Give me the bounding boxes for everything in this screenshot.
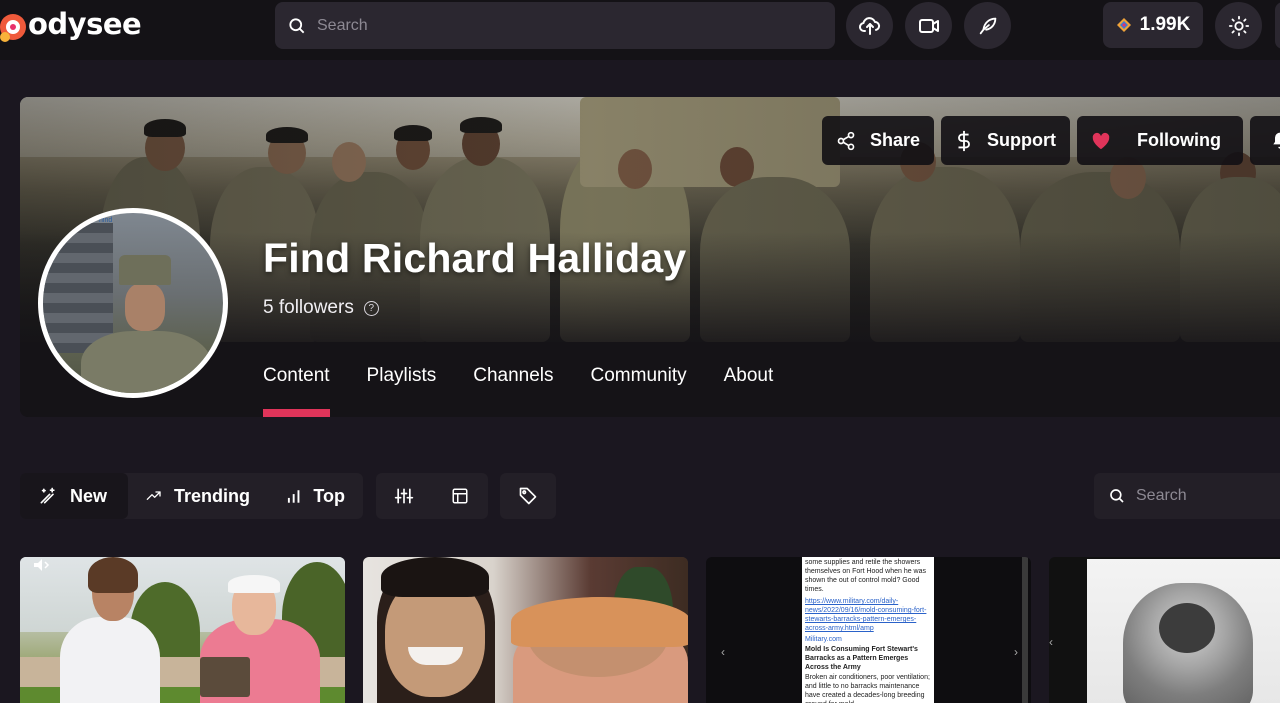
- bar-chart-icon: [287, 490, 300, 503]
- tab-playlists[interactable]: Playlists: [367, 365, 437, 417]
- previous-slide-icon[interactable]: ‹: [721, 645, 725, 659]
- tag-icon: [519, 487, 537, 505]
- go-live-button[interactable]: [905, 2, 952, 49]
- following-button[interactable]: Following: [1077, 116, 1244, 165]
- tab-about[interactable]: About: [724, 365, 774, 417]
- video-card[interactable]: ‹ some supplies and retile the showers t…: [706, 557, 1031, 703]
- header-search-input[interactable]: [317, 16, 797, 35]
- previous-slide-icon[interactable]: ‹: [1049, 635, 1053, 649]
- credits-value: 1.99K: [1139, 14, 1191, 35]
- video-card[interactable]: ‹: [1049, 557, 1280, 703]
- channel-title: Find Richard Halliday: [263, 235, 687, 281]
- layout-icon: [452, 488, 468, 504]
- next-slide-icon[interactable]: ›: [1014, 645, 1018, 659]
- sparkles-icon: [40, 487, 55, 504]
- article-source: Military.com: [805, 636, 842, 643]
- channel-actions: Share Support Following: [822, 116, 1280, 165]
- theme-toggle-button[interactable]: [1215, 2, 1262, 49]
- avatar-image: hind: [43, 213, 223, 393]
- video-card[interactable]: [363, 557, 688, 703]
- create-post-button[interactable]: [964, 2, 1011, 49]
- follower-count-text: 5 followers: [263, 297, 354, 318]
- odysee-logo-icon: [0, 6, 26, 46]
- support-button[interactable]: Support: [941, 116, 1071, 165]
- channel-search-input[interactable]: [1136, 487, 1276, 505]
- article-headline: Mold Is Consuming Fort Stewart's Barrack…: [805, 646, 918, 671]
- credits-balance-button[interactable]: 1.99K: [1103, 2, 1203, 48]
- view-options-group: [376, 473, 488, 519]
- avatar-caption: hind: [99, 217, 113, 224]
- following-label: Following: [1137, 130, 1222, 150]
- share-label: Share: [870, 130, 921, 150]
- sort-filter-group: New Trending Top: [20, 473, 363, 519]
- layout-toggle-button[interactable]: [432, 473, 488, 519]
- article-intro-text: some supplies and retile the showers the…: [805, 559, 927, 593]
- share-button[interactable]: Share: [822, 116, 935, 165]
- channel-tabs: Content Playlists Channels Community Abo…: [263, 365, 810, 417]
- tab-content[interactable]: Content: [263, 365, 330, 417]
- tab-channels[interactable]: Channels: [473, 365, 553, 417]
- help-question-icon[interactable]: ?: [363, 300, 379, 316]
- share-icon: [837, 131, 855, 150]
- article-body: Broken air conditioners, poor ventilatio…: [805, 674, 930, 703]
- tab-community[interactable]: Community: [591, 365, 687, 417]
- filter-options-button[interactable]: [376, 473, 432, 519]
- video-camera-icon: [918, 18, 939, 33]
- search-icon: [289, 17, 305, 33]
- speaker-icon: [34, 559, 50, 571]
- bell-icon: [1273, 132, 1280, 148]
- channel-search-bar[interactable]: [1094, 473, 1280, 519]
- sort-trending-button[interactable]: Trending: [128, 473, 268, 519]
- dollar-icon: [958, 130, 970, 151]
- article-screenshot: some supplies and retile the showers the…: [802, 557, 934, 703]
- header-search-bar[interactable]: [275, 2, 835, 49]
- video-card[interactable]: [20, 557, 345, 703]
- heart-icon: [1092, 132, 1110, 149]
- tags-group: [500, 473, 556, 519]
- upload-button[interactable]: [846, 2, 893, 49]
- lbc-credits-icon: [1116, 18, 1131, 32]
- sort-top-label: Top: [313, 485, 345, 506]
- logo-text: odysee: [28, 7, 142, 41]
- trending-up-icon: [146, 491, 161, 500]
- notifications-button[interactable]: [1250, 116, 1280, 165]
- sort-top-button[interactable]: Top: [268, 473, 363, 519]
- follower-count: 5 followers ?: [263, 297, 379, 319]
- sort-new-button[interactable]: New: [20, 473, 128, 519]
- feather-pen-icon: [979, 17, 996, 34]
- channel-avatar[interactable]: hind: [38, 208, 228, 398]
- sliders-icon: [394, 488, 414, 504]
- channel-banner: Share Support Following hind Find Richar…: [20, 97, 1280, 417]
- sort-trending-label: Trending: [174, 485, 250, 506]
- tags-filter-button[interactable]: [500, 473, 556, 519]
- search-icon: [1110, 489, 1124, 503]
- support-label: Support: [987, 130, 1057, 150]
- article-link: https://www.military.com/daily-news/2022…: [805, 598, 927, 632]
- upload-cloud-icon: [858, 16, 880, 35]
- sun-icon: [1228, 15, 1249, 36]
- odysee-logo[interactable]: odysee: [0, 4, 142, 48]
- top-navigation-bar: odysee 1.99K: [0, 0, 1280, 60]
- account-menu-button[interactable]: [1275, 2, 1280, 49]
- sort-new-label: New: [70, 485, 108, 506]
